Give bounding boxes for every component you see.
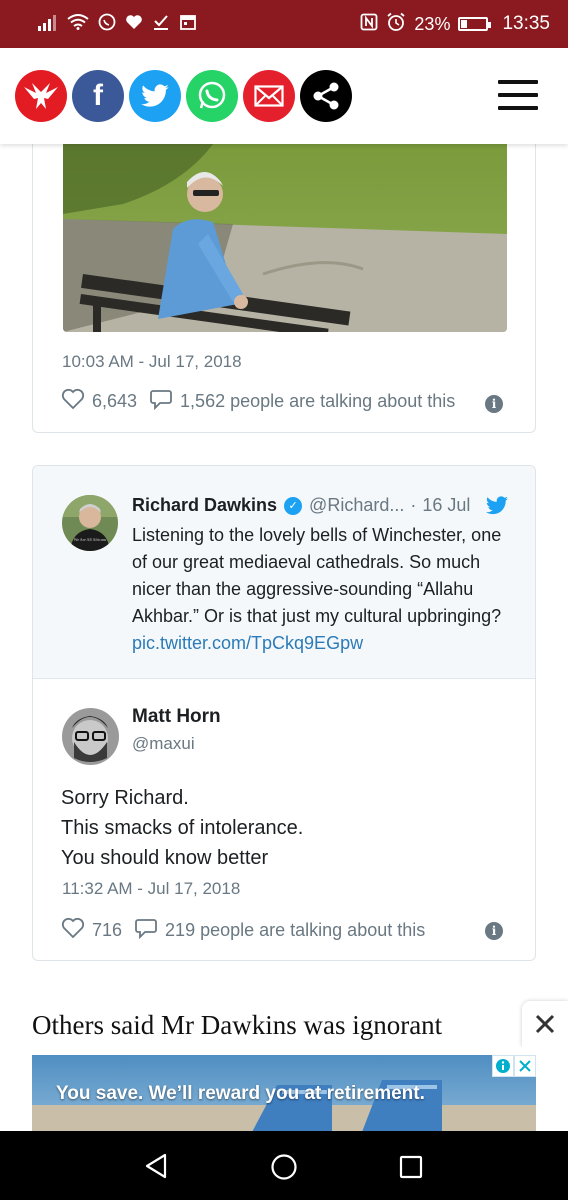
tweet-text-line: This smacks of intolerance. [61,817,304,839]
recents-icon[interactable] [399,1155,423,1184]
ad-container[interactable]: You save. We’ll reward you at retirement… [0,1047,568,1132]
clock-time: 13:35 [502,13,550,34]
facebook-icon: f [93,79,103,112]
talking-count[interactable]: 219 people are talking about this [165,920,425,941]
share-toolbar: f [0,48,568,144]
quoted-tweet-header: Richard Dawkins ✓ @Richard... · 16 Jul [132,495,470,516]
quoted-pic-link[interactable]: pic.twitter.com/TpCkq9EGpw [132,633,363,653]
menu-bar [498,106,538,110]
tweet-timestamp[interactable]: 10:03 AM - Jul 17, 2018 [62,352,242,372]
wifi-icon [67,13,89,35]
reply-bubble-icon[interactable] [149,388,173,415]
close-ad-button[interactable] [522,1001,568,1047]
calendar-icon [179,13,197,36]
tweet-text-line: You should know better [61,847,269,869]
twitter-icon [141,83,169,107]
alarm-icon [386,12,406,37]
tweet-photo-image [63,144,507,332]
matt-horn-avatar[interactable] [62,708,119,765]
nfc-icon [360,13,378,36]
email-share-button[interactable] [243,70,295,122]
quoted-tweet-body: Listening to the lovely bells of Winches… [132,525,502,626]
home-icon[interactable] [270,1153,298,1186]
battery-icon [458,17,492,31]
quoted-date[interactable]: 16 Jul [422,495,470,516]
tweet-timestamp[interactable]: 11:32 AM - Jul 17, 2018 [62,879,240,899]
ad-choices[interactable] [492,1055,536,1077]
embedded-tweet-2[interactable]: We Are All Africans Richard Dawkins ✓ @R… [32,465,536,961]
menu-bar [498,80,538,84]
status-right-icons: 23% 13:35 [360,12,550,37]
quoted-author-name[interactable]: Richard Dawkins [132,495,277,516]
reply-bubble-icon[interactable] [134,917,158,944]
share-icon [313,82,339,110]
like-count[interactable]: 6,643 [92,391,137,412]
back-icon[interactable] [144,1153,168,1184]
whatsapp-notification-icon [98,13,116,36]
twitter-bird-icon[interactable] [485,496,509,516]
whatsapp-icon [198,81,226,109]
article-paragraph: Others said Mr Dawkins was ignorant [32,1010,443,1040]
tweet-text-line: Sorry Richard. [61,787,189,809]
battery-level [461,20,468,28]
tweet-author-handle[interactable]: @maxui [132,734,195,754]
menu-bar [498,93,538,97]
eagle-icon [24,83,58,109]
tweet-photo[interactable] [63,144,507,332]
tweet-stats: 6,643 1,562 people are talking about thi… [61,388,455,415]
quoted-date-separator: · [410,495,417,515]
quoted-author-handle[interactable]: @Richard... [309,495,404,516]
signal-icon [38,14,58,34]
ad-text: You save. We’ll reward you at retirement… [56,1083,425,1104]
adchoices-icon[interactable] [492,1055,514,1077]
download-done-icon [152,13,170,36]
info-icon[interactable]: i [485,395,503,413]
independent-logo-button[interactable] [15,70,67,122]
battery-percent: 23% [414,13,451,34]
close-icon [535,1014,555,1034]
quoted-tweet-text: Listening to the lovely bells of Winches… [132,522,512,657]
talking-count[interactable]: 1,562 people are talking about this [180,391,455,412]
heart-notification-icon [125,14,143,35]
like-count[interactable]: 716 [92,920,122,941]
twitter-share-button[interactable] [129,70,181,122]
embedded-tweet-1[interactable]: 10:03 AM - Jul 17, 2018 6,643 1,562 peop… [32,120,536,433]
tweet-text: Sorry Richard. This smacks of intoleranc… [61,783,303,873]
ad-close-icon[interactable] [514,1055,536,1077]
android-nav-bar [0,1131,568,1200]
more-share-button[interactable] [300,70,352,122]
facebook-share-button[interactable]: f [72,70,124,122]
richard-dawkins-avatar[interactable]: We Are All Africans [62,495,118,551]
envelope-icon [254,85,284,107]
whatsapp-share-button[interactable] [186,70,238,122]
status-left-icons [38,13,197,36]
tweet-author-name[interactable]: Matt Horn [132,706,221,728]
avatar-shirt-text: We Are All Africans [74,537,107,542]
tweet-stats: 716 219 people are talking about this [61,917,425,944]
menu-button[interactable] [498,80,538,110]
info-icon[interactable]: i [485,922,503,940]
verified-badge-icon: ✓ [284,496,303,515]
ad-banner[interactable]: You save. We’ll reward you at retirement… [32,1055,536,1132]
quoted-tweet[interactable]: We Are All Africans Richard Dawkins ✓ @R… [33,466,535,679]
heart-icon[interactable] [61,388,85,415]
status-bar: 23% 13:35 [0,0,568,48]
heart-icon[interactable] [61,917,85,944]
